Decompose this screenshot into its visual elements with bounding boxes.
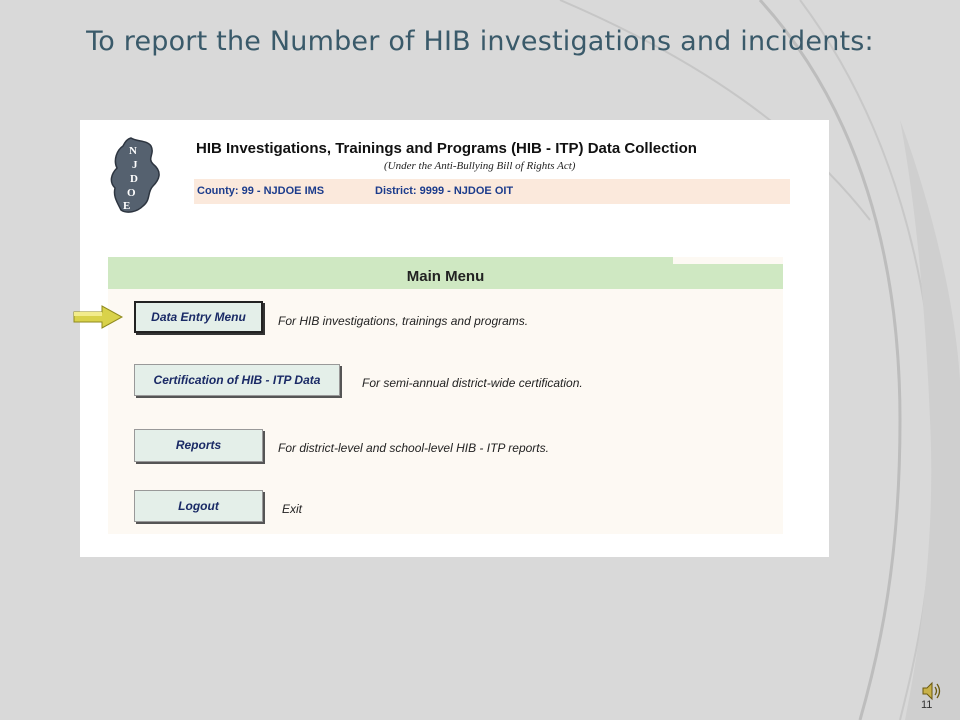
logo-letter-n: N: [129, 145, 137, 157]
arrow-right-icon: [73, 305, 124, 329]
reports-button[interactable]: Reports: [134, 429, 263, 462]
main-menu-panel: Main Menu Data Entry Menu For HIB invest…: [108, 257, 783, 534]
county-district-bar: County: 99 - NJDOE IMS District: 9999 - …: [194, 179, 790, 204]
logout-button[interactable]: Logout: [134, 490, 263, 522]
app-subtitle: (Under the Anti-Bullying Bill of Rights …: [384, 160, 576, 172]
slide-title: To report the Number of HIB investigatio…: [86, 26, 874, 57]
logo-letter-e: E: [123, 200, 130, 212]
certification-button[interactable]: Certification of HIB - ITP Data: [134, 364, 340, 396]
certification-description: For semi-annual district-wide certificat…: [362, 376, 583, 390]
logo-letter-j: J: [132, 159, 138, 171]
data-entry-description: For HIB investigations, trainings and pr…: [278, 314, 529, 328]
data-entry-menu-button[interactable]: Data Entry Menu: [134, 301, 263, 333]
njdoe-logo-icon: N J D O E: [110, 137, 160, 213]
logo-letter-d: D: [130, 173, 138, 185]
page-number: 11: [921, 699, 933, 711]
logout-description: Exit: [282, 502, 303, 516]
app-screenshot: N J D O E HIB Investigations, Trainings …: [80, 120, 829, 557]
reports-description: For district-level and school-level HIB …: [278, 441, 549, 455]
app-title: HIB Investigations, Trainings and Progra…: [196, 140, 697, 157]
district-label: District: 9999 - NJDOE OIT: [375, 185, 514, 197]
main-menu-title: Main Menu: [406, 268, 485, 285]
county-label: County: 99 - NJDOE IMS: [197, 185, 325, 197]
logo-letter-o: O: [127, 187, 136, 199]
